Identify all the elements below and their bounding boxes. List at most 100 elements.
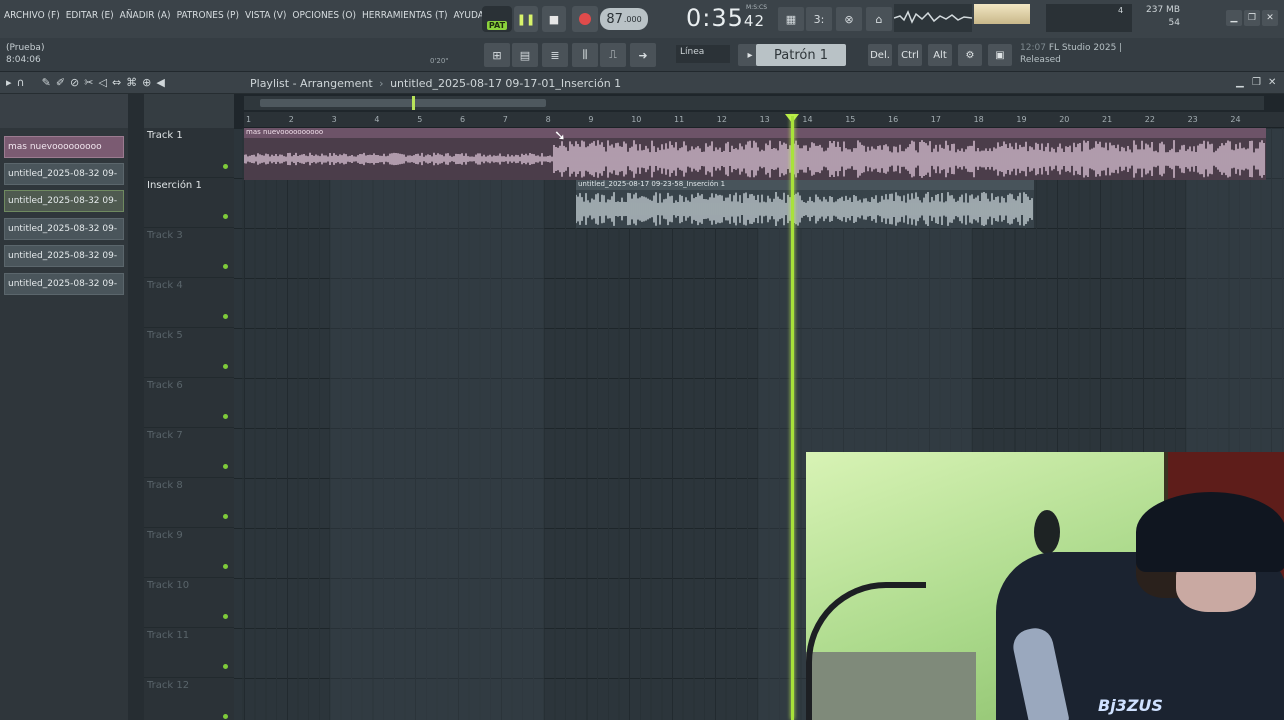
speaker-icon[interactable]: ◀ <box>156 76 164 89</box>
clip-list-label: untitled_2025-08-32 09- <box>8 169 118 179</box>
track-active-led[interactable] <box>223 564 228 569</box>
menu-arrow-icon[interactable]: ▸ <box>6 76 12 89</box>
menu-anadir[interactable]: AÑADIR (A) <box>120 10 171 21</box>
track-header[interactable]: Track 7 <box>144 428 234 478</box>
minimize-icon[interactable]: ▁ <box>1226 10 1242 26</box>
track-header[interactable]: Track 5 <box>144 328 234 378</box>
track-header[interactable]: Track 8 <box>144 478 234 528</box>
settings-gear-icon[interactable]: ⚙ <box>958 44 982 66</box>
typing-keyboard-icon[interactable]: ▦ <box>778 7 804 31</box>
zoom-icon[interactable]: ⊕ <box>142 76 151 89</box>
metronome-icon[interactable]: ⌂ <box>866 7 892 31</box>
track-active-led[interactable] <box>223 214 228 219</box>
news-line2: Released <box>1020 55 1061 65</box>
record-button[interactable] <box>572 6 598 32</box>
alt-label: Alt <box>933 49 947 61</box>
stop-button[interactable]: ■ <box>542 6 566 32</box>
tempo-display[interactable]: 87.000 <box>600 8 648 30</box>
clip-list-item[interactable]: mas nuevooooooooo <box>4 136 124 158</box>
playhead[interactable] <box>791 116 794 720</box>
ruler-label: 5 <box>417 115 423 124</box>
timeline-ruler[interactable]: 1 2 3 4 5 6 7 8 9 10 11 12 13 14 15 16 17 18 19 20 21 22 23 24 <box>244 112 1284 128</box>
magnet-icon[interactable]: ∩ <box>17 76 25 89</box>
ruler-label: 16 <box>888 115 899 124</box>
track-header[interactable]: Track 3 <box>144 228 234 278</box>
oscilloscope-wave <box>893 10 973 24</box>
clip-list-item[interactable]: untitled_2025-08-32 09- <box>4 245 124 267</box>
paint-icon[interactable]: ✐ <box>56 76 65 89</box>
track-active-led[interactable] <box>223 514 228 519</box>
arrow-right-icon[interactable]: ➜ <box>630 43 656 67</box>
snap-select[interactable]: Línea <box>676 45 730 63</box>
menu-vista[interactable]: VISTA (V) <box>245 10 286 21</box>
track-active-led[interactable] <box>223 364 228 369</box>
track-active-led[interactable] <box>223 264 228 269</box>
track-header[interactable]: Inserción 1 <box>144 178 234 228</box>
clip-list-item[interactable]: untitled_2025-08-32 09- <box>4 218 124 240</box>
audio-clip[interactable]: mas nuevoooooooooo <box>244 128 1266 180</box>
track-active-led[interactable] <box>223 414 228 419</box>
menu-opciones[interactable]: OPCIONES (O) <box>292 10 356 21</box>
channel-rack-icon[interactable]: ⊞ <box>484 43 510 67</box>
browser-divider[interactable] <box>128 94 144 720</box>
track-active-led[interactable] <box>223 464 228 469</box>
track-header[interactable]: Track 9 <box>144 528 234 578</box>
track-header[interactable]: Track 6 <box>144 378 234 428</box>
track-header[interactable]: Track 10 <box>144 578 234 628</box>
webcam-wall-object <box>1034 510 1060 554</box>
pencil-icon[interactable]: ✎ <box>42 76 51 89</box>
track-active-led[interactable] <box>223 664 228 669</box>
ruler-label: 22 <box>1144 115 1155 124</box>
track-name: Track 10 <box>147 580 190 591</box>
track-header[interactable]: Track 4 <box>144 278 234 328</box>
audio-waveform <box>576 191 1033 227</box>
clip-list-item[interactable]: untitled_2025-08-32 09- <box>4 163 124 185</box>
track-header[interactable]: Track 1 <box>144 128 234 178</box>
track-name: Track 7 <box>147 430 183 441</box>
blend-notes-icon[interactable]: ⊗ <box>836 7 862 31</box>
pattern-song-toggle[interactable]: PAT <box>482 6 512 32</box>
track-header[interactable]: Track 11 <box>144 628 234 678</box>
select-icon[interactable]: ⌘ <box>126 76 137 89</box>
ctrl-button[interactable]: Ctrl <box>898 44 922 66</box>
delete-button[interactable]: Del. <box>868 44 892 66</box>
delete-tool-icon[interactable]: ⊘ <box>70 76 79 89</box>
news-time: 12:07 <box>1020 43 1046 53</box>
track-active-led[interactable] <box>223 164 228 169</box>
track-active-led[interactable] <box>223 714 228 719</box>
horizontal-scrollbar[interactable] <box>244 96 1264 110</box>
track-active-led[interactable] <box>223 314 228 319</box>
menu-patrones[interactable]: PATRONES (P) <box>177 10 239 21</box>
slip-icon[interactable]: ◁ <box>98 76 106 89</box>
pattern-selector[interactable]: Patrón 1 <box>756 44 846 66</box>
restore-icon[interactable]: ❐ <box>1244 10 1260 26</box>
webcam-overlay: Bj3ZUS <box>806 452 1284 720</box>
track-header[interactable]: Track 12 <box>144 678 234 720</box>
mute-icon[interactable]: ✂ <box>84 76 93 89</box>
track-active-led[interactable] <box>223 614 228 619</box>
menu-archivo[interactable]: ARCHIVO (F) <box>4 10 60 21</box>
slice-icon[interactable]: ⇔ <box>112 76 121 89</box>
play-button[interactable]: ❚❚ <box>514 6 538 32</box>
clip-list-item[interactable]: untitled_2025-08-32 09- <box>4 190 124 212</box>
step-edit-icon[interactable]: 3: <box>806 7 832 31</box>
browser-icon[interactable]: ⎍ <box>600 43 626 67</box>
audio-clip[interactable]: untitled_2025-08-17 09-23-58_Inserción 1 <box>576 180 1034 228</box>
playlist-close-icon[interactable]: ✕ <box>1268 77 1276 88</box>
plugin-icon[interactable]: ▣ <box>988 44 1012 66</box>
playlist-minimize-icon[interactable]: ▁ <box>1236 77 1244 88</box>
scroll-thumb[interactable] <box>260 99 546 107</box>
playlist-icon[interactable]: ≣ <box>542 43 568 67</box>
menu-editar[interactable]: EDITAR (E) <box>66 10 114 21</box>
close-icon[interactable]: ✕ <box>1262 10 1278 26</box>
master-volume[interactable] <box>974 4 1030 24</box>
news-panel[interactable]: 12:07 FL Studio 2025 | Released <box>1020 42 1122 66</box>
menu-ayuda[interactable]: AYUDA <box>454 10 484 21</box>
track-name: Track 1 <box>147 130 183 141</box>
menu-herramientas[interactable]: HERRAMIENTAS (T) <box>362 10 447 21</box>
alt-button[interactable]: Alt <box>928 44 952 66</box>
clip-list-item[interactable]: untitled_2025-08-32 09- <box>4 273 124 295</box>
piano-roll-icon[interactable]: ▤ <box>512 43 538 67</box>
playlist-restore-icon[interactable]: ❐ <box>1252 77 1261 88</box>
mixer-icon[interactable]: ⫼ <box>572 43 598 67</box>
